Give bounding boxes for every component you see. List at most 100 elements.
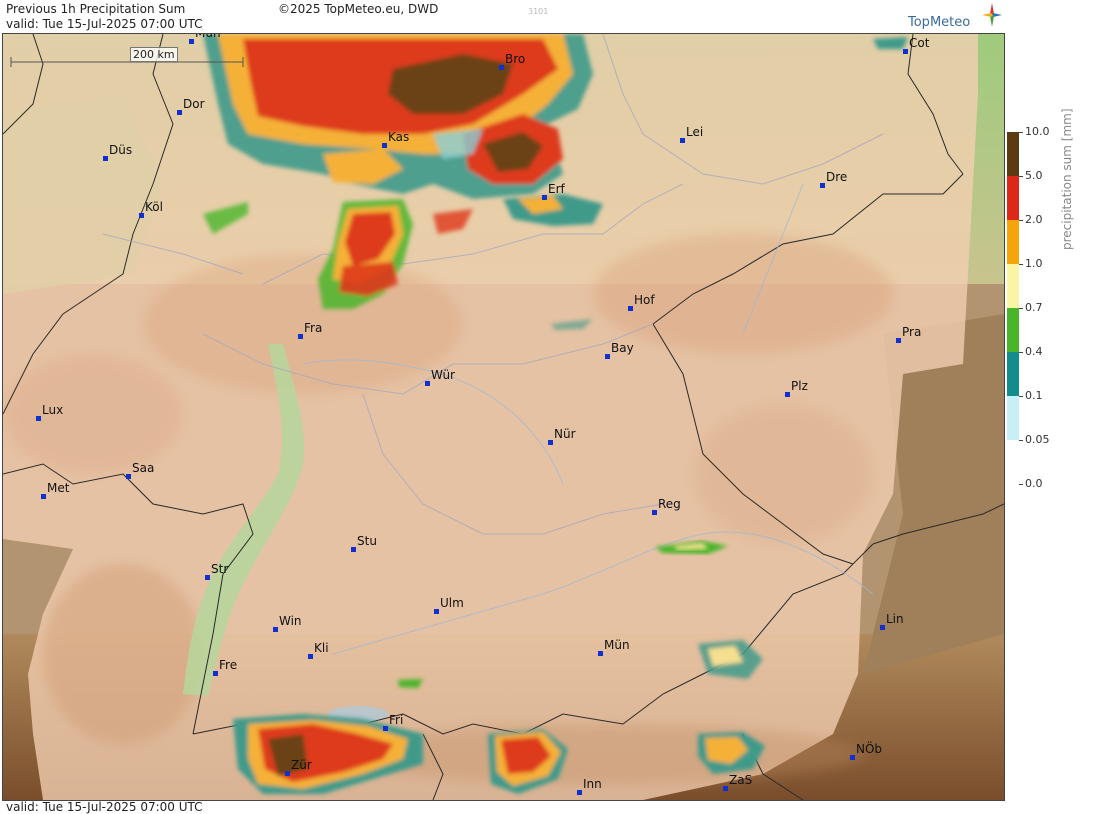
city-marker-icon xyxy=(285,771,290,776)
precipitation-legend: 10.0 5.0 2.0 1.0 0.7 0.4 0.1 0.05 0.0 precipitat… xyxy=(1004,108,1095,506)
city-marker-icon xyxy=(785,392,790,397)
city-marker-icon xyxy=(820,183,825,188)
city-marker-icon xyxy=(434,609,439,614)
legend-tick xyxy=(1019,308,1023,309)
city-label: Köl xyxy=(145,200,163,214)
legend-swatch xyxy=(1007,264,1019,308)
city-marker-icon xyxy=(680,138,685,143)
city-marker-icon xyxy=(177,110,182,115)
city-label: Win xyxy=(279,614,302,628)
legend-tick xyxy=(1019,220,1023,221)
city-label: Hof xyxy=(634,293,655,307)
legend-label: 0.4 xyxy=(1025,345,1043,358)
city-marker-icon xyxy=(298,334,303,339)
city-marker-icon xyxy=(425,381,430,386)
legend-label: 0.1 xyxy=(1025,389,1043,402)
legend-tick xyxy=(1019,352,1023,353)
city-label: Erf xyxy=(548,182,565,196)
city-marker-icon xyxy=(41,494,46,499)
topmeteo-logo[interactable]: TopMeteo xyxy=(908,2,1004,32)
legend-swatch xyxy=(1007,396,1019,440)
city-label: Dre xyxy=(826,170,848,184)
valid-time-footer: valid: Tue 15-Jul-2025 07:00 UTC xyxy=(6,800,203,814)
legend-label: 5.0 xyxy=(1025,169,1043,182)
city-label: NÖb xyxy=(856,742,883,756)
city-marker-icon xyxy=(382,143,387,148)
city-marker-icon xyxy=(896,338,901,343)
city-marker-icon xyxy=(189,39,194,44)
map-canvas xyxy=(3,34,1004,800)
city-label: Fri xyxy=(389,713,404,727)
legend-swatch xyxy=(1007,308,1019,352)
city-label: Saa xyxy=(132,461,155,475)
legend-label: 1.0 xyxy=(1025,257,1043,270)
city-marker-icon xyxy=(628,306,633,311)
city-label: Met xyxy=(47,481,70,495)
city-marker-icon xyxy=(36,416,41,421)
city-marker-icon xyxy=(103,156,108,161)
city-marker-icon xyxy=(139,213,144,218)
city-label: Stu xyxy=(357,534,377,548)
scale-label: 200 km xyxy=(130,47,178,62)
city-label: Zür xyxy=(291,758,312,772)
legend-swatch xyxy=(1007,176,1019,220)
legend-label: 2.0 xyxy=(1025,213,1043,226)
city-label: Cot xyxy=(909,36,930,50)
product-code: 3101 xyxy=(528,7,549,16)
legend-tick xyxy=(1019,440,1023,441)
city-label: Fre xyxy=(219,658,238,672)
city-marker-icon xyxy=(308,654,313,659)
legend-tick xyxy=(1019,484,1023,485)
city-label: Fra xyxy=(304,321,323,335)
legend-label: 0.7 xyxy=(1025,301,1043,314)
city-marker-icon xyxy=(548,440,553,445)
city-label: Ulm xyxy=(440,596,464,610)
city-marker-icon xyxy=(652,510,657,515)
city-marker-icon xyxy=(126,474,131,479)
city-label: Kas xyxy=(388,130,410,144)
city-marker-icon xyxy=(499,65,504,70)
legend-swatch xyxy=(1007,352,1019,396)
legend-tick xyxy=(1019,132,1023,133)
city-marker-icon xyxy=(880,625,885,630)
city-marker-icon xyxy=(903,49,908,54)
city-label: ZaS xyxy=(729,773,753,787)
city-label: Lei xyxy=(686,125,704,139)
city-marker-icon xyxy=(273,627,278,632)
legend-tick xyxy=(1019,176,1023,177)
compass-star-icon xyxy=(982,3,1002,27)
city-marker-icon xyxy=(605,354,610,359)
city-marker-icon xyxy=(723,786,728,791)
city-marker-icon xyxy=(598,651,603,656)
valid-time: valid: Tue 15-Jul-2025 07:00 UTC xyxy=(6,17,203,31)
city-label: Lin xyxy=(886,612,904,626)
legend-label: 0.0 xyxy=(1025,477,1043,490)
legend-label: 0.05 xyxy=(1025,433,1050,446)
city-label: Dor xyxy=(183,97,205,111)
legend-swatch xyxy=(1007,220,1019,264)
city-label: Mün xyxy=(195,33,221,40)
city-label: Lux xyxy=(42,403,64,417)
city-label: Kli xyxy=(314,641,329,655)
city-marker-icon xyxy=(351,547,356,552)
legend-tick xyxy=(1019,396,1023,397)
city-marker-icon xyxy=(205,575,210,580)
city-label: Bro xyxy=(505,52,526,66)
logo-text: TopMeteo xyxy=(908,15,971,30)
city-label: Nür xyxy=(554,427,576,441)
legend-title: precipitation sum [mm] xyxy=(1060,108,1074,250)
map-title: Previous 1h Precipitation Sum xyxy=(6,2,186,16)
legend-tick xyxy=(1019,264,1023,265)
city-label: Wür xyxy=(431,368,455,382)
city-label: Reg xyxy=(658,497,681,511)
city-label: Mün xyxy=(604,638,630,652)
legend-swatch xyxy=(1007,132,1019,176)
precipitation-map[interactable]: Mün Bro Cot Dor Kas Lei Düs Dre Erf Köl Hof Fra Pra B… xyxy=(2,33,1005,801)
city-marker-icon xyxy=(577,790,582,795)
city-label: Str xyxy=(211,562,229,576)
city-marker-icon xyxy=(850,755,855,760)
city-label: Inn xyxy=(583,777,602,791)
city-label: Pra xyxy=(902,325,922,339)
city-marker-icon xyxy=(542,195,547,200)
city-label: Bay xyxy=(611,341,634,355)
